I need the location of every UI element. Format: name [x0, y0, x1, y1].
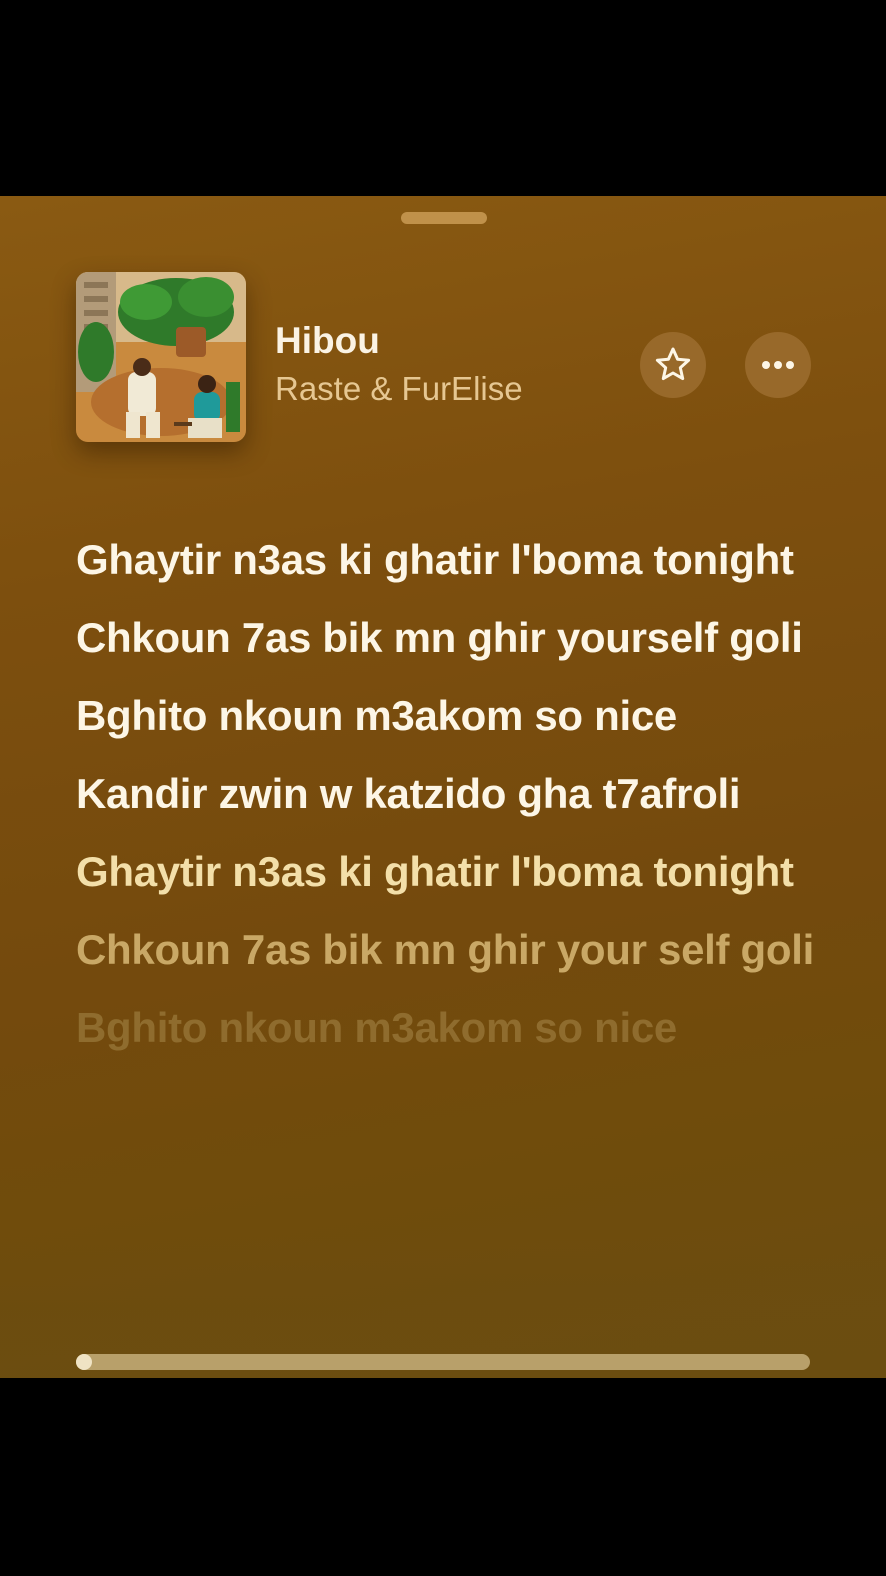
now-playing-sheet: Hibou Raste & FurElise Ghaytir n3as ki g…	[0, 196, 886, 1378]
track-title[interactable]: Hibou	[275, 320, 380, 362]
letterbox-top	[0, 0, 886, 196]
album-artwork[interactable]	[76, 272, 246, 442]
lyric-line[interactable]: Chkoun 7as bik mn ghir yourself goli	[76, 606, 816, 669]
playback-scrubber[interactable]	[76, 1354, 810, 1370]
lyric-line[interactable]: Bghito nkoun m3akom so nice	[76, 996, 816, 1059]
more-options-button[interactable]	[745, 332, 811, 398]
lyric-line[interactable]: Bghito nkoun m3akom so nice	[76, 684, 816, 747]
album-artwork-image	[76, 272, 246, 442]
playback-progress	[76, 1354, 92, 1370]
lyric-line[interactable]: Ghaytir n3as ki ghatir l'boma tonight	[76, 840, 816, 903]
ellipsis-icon	[762, 361, 794, 369]
lyrics-list[interactable]: Ghaytir n3as ki ghatir l'boma tonight Ch…	[76, 528, 816, 1074]
sheet-grabber[interactable]	[401, 212, 487, 224]
letterbox-bottom	[0, 1378, 886, 1576]
lyric-line[interactable]: Kandir zwin w katzido gha t7afroli	[76, 762, 816, 825]
lyric-line[interactable]: Chkoun 7as bik mn ghir your self goli	[76, 918, 816, 981]
favorite-button[interactable]	[640, 332, 706, 398]
star-icon	[655, 347, 691, 381]
lyric-line[interactable]: Ghaytir n3as ki ghatir l'boma tonight	[76, 528, 816, 591]
track-artist[interactable]: Raste & FurElise	[275, 370, 523, 408]
